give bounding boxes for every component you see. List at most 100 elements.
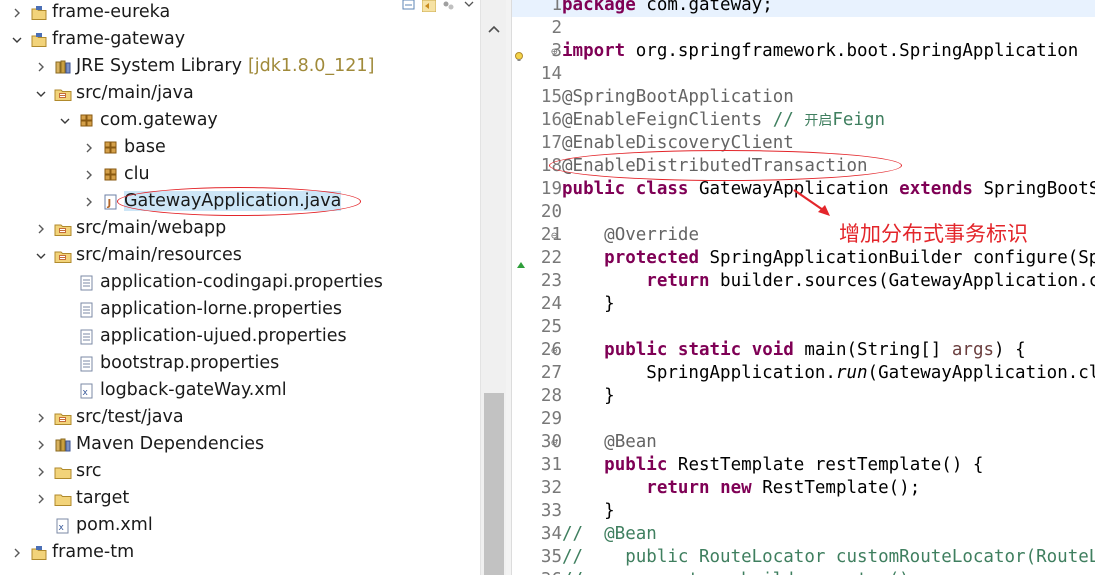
- properties-file-icon: [78, 328, 96, 346]
- code-line[interactable]: 26 ⊖ public static void main(String[] arg…: [512, 339, 1095, 362]
- expand-toggle[interactable]: [34, 222, 48, 236]
- code-line[interactable]: 23 return builder.sources(GatewayApplica…: [512, 270, 1095, 293]
- collapse-toggle[interactable]: [34, 249, 48, 263]
- tree-item[interactable]: src/main/webapp: [0, 216, 480, 243]
- tree-item[interactable]: frame-tm: [0, 540, 480, 567]
- tree-item[interactable]: bootstrap.properties: [0, 351, 480, 378]
- code-token: public: [562, 179, 626, 199]
- code-token: @Override: [604, 225, 699, 245]
- code-line[interactable]: 31 public RestTemplate restTemplate() {: [512, 454, 1095, 477]
- code-line[interactable]: 29: [512, 408, 1095, 431]
- collapse-toggle[interactable]: [58, 114, 72, 128]
- expand-toggle[interactable]: [82, 168, 96, 182]
- tree-item[interactable]: com.gateway: [0, 108, 480, 135]
- code-line[interactable]: 1 package com.gateway;: [512, 0, 1095, 17]
- tree-item[interactable]: src/main/java: [0, 81, 480, 108]
- line-number: 19: [540, 179, 562, 199]
- code-line[interactable]: 16 @EnableFeignClients // 开启Feign: [512, 109, 1095, 132]
- xml-file-icon: x: [78, 382, 96, 400]
- code-text: @Bean: [562, 431, 657, 454]
- tree-item[interactable]: src: [0, 459, 480, 486]
- scroll-up-button[interactable]: [481, 18, 507, 40]
- tree-item[interactable]: src/main/resources: [0, 243, 480, 270]
- code-line[interactable]: 24 }: [512, 293, 1095, 316]
- tree-item-label: target: [76, 488, 130, 508]
- line-number: 34: [540, 524, 562, 544]
- expand-toggle[interactable]: [10, 6, 24, 20]
- tree-item-label: JRE System Library [jdk1.8.0_121]: [76, 56, 375, 76]
- project-icon: [30, 31, 48, 49]
- code-line[interactable]: 15 @SpringBootApplication: [512, 86, 1095, 109]
- code-line[interactable]: 34// @Bean: [512, 523, 1095, 546]
- code-line[interactable]: 36// return builder.routes(): [512, 569, 1095, 575]
- line-number: 27: [540, 363, 562, 383]
- tree-item-label: pom.xml: [76, 515, 153, 535]
- code-text: return new RestTemplate();: [562, 477, 920, 500]
- xml-file-icon: x: [54, 517, 72, 535]
- expand-toggle[interactable]: [34, 465, 48, 479]
- code-text: // return builder.routes(): [562, 569, 910, 575]
- tree-item[interactable]: target: [0, 486, 480, 513]
- tree-item-label: application-ujued.properties: [100, 326, 347, 346]
- collapse-toggle[interactable]: [34, 87, 48, 101]
- code-token: // public RouteLocator customRouteLocato…: [562, 547, 1095, 567]
- code-token: return: [646, 271, 710, 291]
- expand-toggle[interactable]: [82, 141, 96, 155]
- lightbulb-warning-icon[interactable]: [514, 46, 524, 61]
- code-line[interactable]: 28 }: [512, 385, 1095, 408]
- tree-item[interactable]: application-codingapi.properties: [0, 270, 480, 297]
- explorer-scrollbar[interactable]: [480, 0, 506, 575]
- expand-toggle[interactable]: [82, 195, 96, 209]
- project-icon: [30, 4, 48, 22]
- tree-item[interactable]: frame-eureka: [0, 0, 480, 27]
- code-line[interactable]: 30 ⊖ @Bean: [512, 431, 1095, 454]
- tree-item[interactable]: clu: [0, 162, 480, 189]
- code-line[interactable]: 25: [512, 316, 1095, 339]
- tree-item[interactable]: application-lorne.properties: [0, 297, 480, 324]
- code-text: }: [562, 500, 615, 523]
- tree-item[interactable]: application-ujued.properties: [0, 324, 480, 351]
- collapse-toggle[interactable]: [10, 33, 24, 47]
- package-icon: [102, 139, 120, 157]
- code-token: SpringBootServletInitializer {: [983, 179, 1095, 199]
- code-token: // return builder.routes(): [562, 570, 910, 575]
- code-text: protected SpringApplicationBuilder confi…: [562, 247, 1095, 270]
- code-token: public: [604, 340, 668, 360]
- code-token: run: [835, 363, 868, 383]
- code-line[interactable]: 22 protected SpringApplicationBuilder co…: [512, 247, 1095, 270]
- tree-item[interactable]: x logback-gateWay.xml: [0, 378, 480, 405]
- expand-toggle[interactable]: [10, 546, 24, 560]
- expand-toggle[interactable]: [34, 438, 48, 452]
- expand-toggle[interactable]: [34, 411, 48, 425]
- code-line[interactable]: 35// public RouteLocator customRouteLoca…: [512, 546, 1095, 569]
- code-line[interactable]: 2: [512, 17, 1095, 40]
- tree-item[interactable]: base: [0, 135, 480, 162]
- tree-item[interactable]: JRE System Library [jdk1.8.0_121]: [0, 54, 480, 81]
- java-editor[interactable]: 1 package com.gateway; 2 3 ⊕ import org.sprin…: [512, 0, 1095, 575]
- tree-item[interactable]: x pom.xml: [0, 513, 480, 540]
- code-token: @SpringBootApplication: [562, 87, 794, 107]
- expand-toggle[interactable]: [34, 492, 48, 506]
- code-text: import org.springframework.boot.SpringAp…: [562, 40, 1078, 63]
- tree-item[interactable]: J GatewayApplication.java: [0, 187, 480, 216]
- code-line[interactable]: 32 return new RestTemplate();: [512, 477, 1095, 500]
- chevron-right-icon: [38, 413, 44, 423]
- tree-item[interactable]: src/test/java: [0, 405, 480, 432]
- tree-item[interactable]: Maven Dependencies: [0, 432, 480, 459]
- code-line[interactable]: 3 ⊕ import org.springframework.boot.Spring…: [512, 40, 1095, 63]
- code-token: }: [562, 501, 615, 521]
- code-line[interactable]: 27 SpringApplication.run(GatewayApplicat…: [512, 362, 1095, 385]
- code-line[interactable]: 33 }: [512, 500, 1095, 523]
- tree-item[interactable]: frame-gateway: [0, 27, 480, 54]
- tree-item-label: com.gateway: [100, 110, 218, 130]
- override-triangle-icon[interactable]: [516, 254, 526, 268]
- expand-toggle[interactable]: [34, 60, 48, 74]
- code-line[interactable]: 14: [512, 63, 1095, 86]
- scrollbar-thumb[interactable]: [484, 393, 504, 575]
- line-number: 25: [540, 317, 562, 337]
- source-folder-icon: [54, 220, 72, 238]
